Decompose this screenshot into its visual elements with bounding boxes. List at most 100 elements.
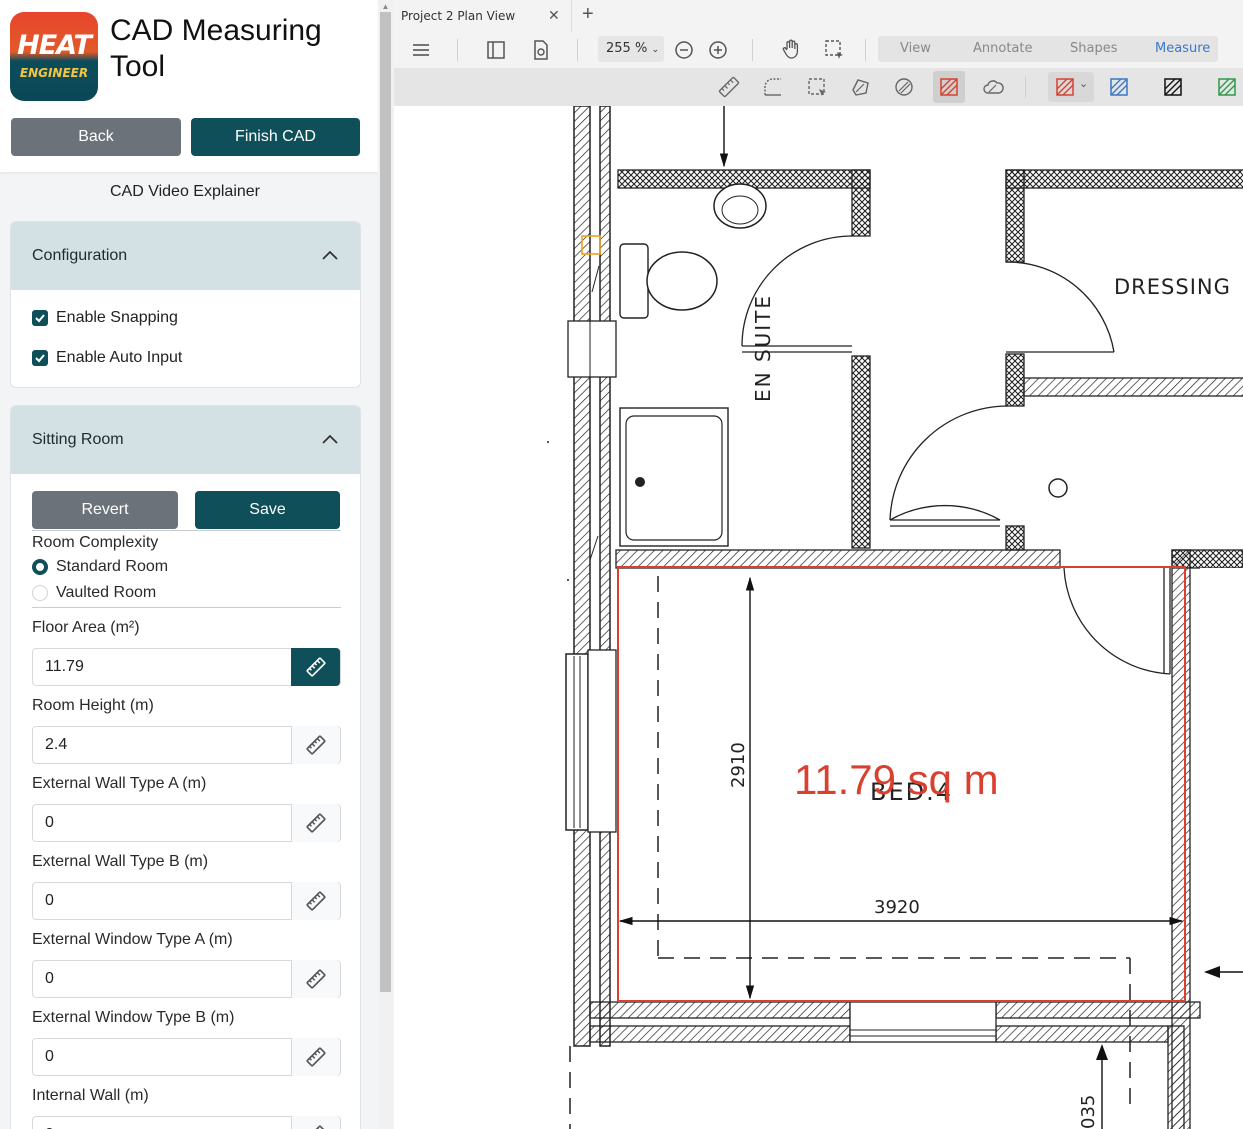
add-tab-icon[interactable]: + — [582, 3, 594, 26]
internal-wall-input[interactable] — [33, 1117, 291, 1129]
external-window-a-field — [32, 960, 341, 998]
arc-measure-icon[interactable] — [762, 76, 784, 98]
floor-area-input[interactable] — [33, 649, 291, 685]
pan-hand-icon[interactable] — [780, 38, 802, 60]
black-hatch-style-icon[interactable] — [1162, 76, 1184, 98]
close-tab-icon[interactable]: ✕ — [548, 7, 560, 24]
marquee-select-icon[interactable] — [823, 38, 845, 60]
room-complexity-label: Room Complexity — [32, 534, 159, 551]
checkbox-checked-icon[interactable] — [32, 350, 48, 366]
configuration-title: Configuration — [32, 247, 128, 264]
enable-snapping-checkbox[interactable]: Enable Snapping — [32, 309, 178, 327]
measure-ruler-button[interactable] — [291, 1038, 340, 1076]
room-height-input[interactable] — [33, 727, 291, 763]
tab-view[interactable]: View — [900, 41, 931, 56]
ruler-icon — [306, 735, 326, 755]
external-wall-b-input[interactable] — [33, 883, 291, 919]
standard-room-radio[interactable]: Standard Room — [32, 558, 168, 576]
radio-unselected-icon[interactable] — [32, 585, 48, 601]
document-settings-icon[interactable] — [530, 39, 552, 61]
ruler-icon — [306, 1125, 326, 1129]
distance-ruler-icon[interactable] — [718, 76, 740, 98]
measure-ruler-button[interactable] — [291, 960, 340, 998]
enable-auto-input-checkbox[interactable]: Enable Auto Input — [32, 349, 182, 367]
sidebar-header: HEAT ENGINEER CAD Measuring Tool Back Fi… — [0, 0, 378, 172]
checkbox-checked-icon[interactable] — [32, 310, 48, 326]
red-hatch-style-icon[interactable] — [1054, 76, 1076, 98]
room-height-label: Room Height (m) — [32, 697, 154, 714]
rectangle-area-icon[interactable] — [806, 76, 828, 98]
panel-toggle-icon[interactable] — [485, 39, 507, 61]
external-wall-a-label: External Wall Type A (m) — [32, 775, 207, 792]
toolbar-divider — [752, 39, 753, 61]
document-viewer: Project 2 Plan View ✕ + 255 % ⌄ View Ann… — [394, 0, 1243, 1129]
tab-measure[interactable]: Measure — [1155, 41, 1210, 56]
blue-hatch-style-icon[interactable] — [1108, 76, 1130, 98]
external-window-b-input[interactable] — [33, 1039, 291, 1075]
internal-wall-field — [32, 1116, 341, 1129]
dimension-vertical: 2910 — [728, 742, 749, 788]
heat-engineer-logo: HEAT ENGINEER — [10, 12, 98, 101]
standard-room-label: Standard Room — [56, 558, 169, 575]
room-height-field — [32, 726, 341, 764]
finish-cad-button[interactable]: Finish CAD — [191, 118, 360, 156]
external-window-a-label: External Window Type A (m) — [32, 931, 233, 948]
divider — [32, 607, 341, 608]
external-wall-b-label: External Wall Type B (m) — [32, 853, 209, 870]
configuration-panel-header[interactable]: Configuration — [11, 222, 360, 290]
back-button[interactable]: Back — [11, 118, 181, 156]
toolbar-divider — [577, 39, 578, 61]
external-window-b-label: External Window Type B (m) — [32, 1009, 235, 1026]
room-title: Sitting Room — [32, 431, 124, 448]
measure-ruler-button[interactable] — [291, 882, 340, 920]
vaulted-room-label: Vaulted Room — [56, 584, 157, 601]
revert-button[interactable]: Revert — [32, 491, 178, 529]
room-panel-header[interactable]: Sitting Room — [11, 406, 360, 474]
external-wall-a-input[interactable] — [33, 805, 291, 841]
zoom-in-icon[interactable] — [707, 39, 729, 61]
floor-plan-canvas[interactable]: EN SUITE DRESSING 2910 3920 035 BED.4 11… — [394, 106, 1243, 1129]
room-panel: Sitting Room Revert Save Room Complexity… — [10, 405, 361, 1129]
zoom-out-icon[interactable] — [673, 39, 695, 61]
zoom-dropdown[interactable]: 255 % ⌄ — [598, 36, 664, 62]
external-wall-b-field — [32, 882, 341, 920]
floor-area-field — [32, 648, 341, 686]
tab-shapes[interactable]: Shapes — [1070, 41, 1117, 56]
app-title: CAD Measuring Tool — [110, 14, 322, 83]
menu-icon[interactable] — [410, 39, 432, 61]
cad-video-explainer-link[interactable]: CAD Video Explainer — [0, 183, 370, 201]
measure-ruler-button[interactable] — [291, 648, 340, 686]
floor-area-label: Floor Area (m²) — [32, 619, 140, 636]
logo-text-engineer: ENGINEER — [19, 66, 89, 80]
measure-ruler-button[interactable] — [291, 1116, 340, 1129]
floor-plan-drawing[interactable]: EN SUITE DRESSING 2910 3920 035 BED.4 11… — [394, 106, 1243, 1129]
radio-selected-icon[interactable] — [32, 559, 48, 575]
chevron-down-icon[interactable]: ⌄ — [1079, 77, 1088, 90]
measure-ruler-button[interactable] — [291, 726, 340, 764]
measure-ruler-button[interactable] — [291, 804, 340, 842]
scroll-up-arrow-icon[interactable]: ▲ — [380, 2, 391, 11]
tab-annotate[interactable]: Annotate — [973, 41, 1032, 56]
chevron-up-icon[interactable] — [320, 246, 340, 266]
dimension-partial: 035 — [1078, 1095, 1099, 1129]
ellipse-area-icon[interactable] — [893, 76, 915, 98]
ruler-icon — [306, 657, 326, 677]
rectangular-area-hatch-icon[interactable] — [938, 76, 960, 98]
cloud-area-icon[interactable] — [982, 76, 1004, 98]
vaulted-room-radio[interactable]: Vaulted Room — [32, 584, 156, 602]
area-measurement-label: 11.79 sq m — [794, 756, 999, 803]
toolbar-divider — [457, 39, 458, 61]
document-tab[interactable]: Project 2 Plan View ✕ — [394, 0, 572, 32]
toolbar-divider — [1025, 76, 1026, 98]
chevron-down-icon: ⌄ — [651, 45, 659, 55]
save-button[interactable]: Save — [195, 491, 340, 529]
enable-auto-input-label: Enable Auto Input — [56, 349, 183, 366]
external-window-a-input[interactable] — [33, 961, 291, 997]
dimension-horizontal: 3920 — [874, 897, 920, 918]
polygon-area-icon[interactable] — [849, 76, 871, 98]
sidebar-scrollbar-thumb[interactable] — [380, 12, 391, 992]
chevron-up-icon[interactable] — [320, 430, 340, 450]
green-hatch-style-icon[interactable] — [1216, 76, 1238, 98]
dressing-label: DRESSING — [1114, 275, 1231, 299]
ruler-icon — [306, 891, 326, 911]
